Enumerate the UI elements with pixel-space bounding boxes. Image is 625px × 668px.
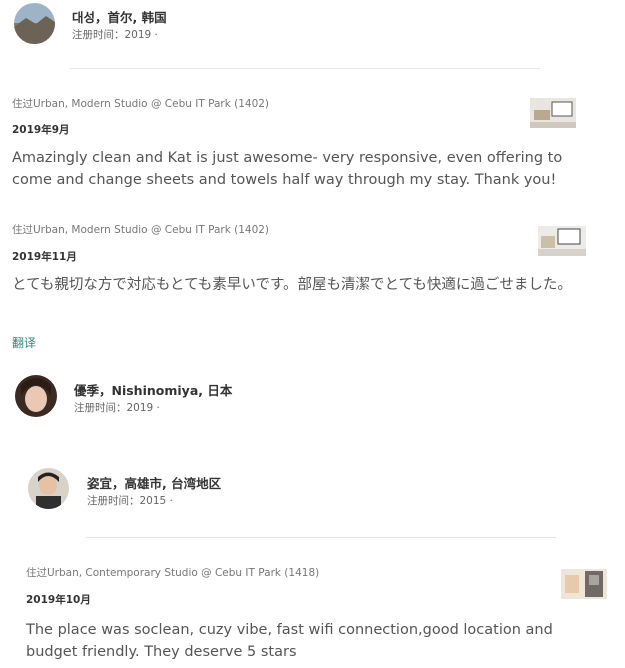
reviewer-name[interactable]: 姿宜，高雄市, 台湾地区 (87, 473, 221, 492)
review-date: 2019年9月 (12, 124, 70, 136)
joined-date: 注册时间：2019 · (74, 402, 160, 414)
divider (70, 68, 540, 69)
listing-stayed-label[interactable]: 住过Urban, Modern Studio @ Cebu IT Park (1… (12, 96, 269, 111)
joined-date: 注册时间：2015 · (87, 495, 173, 507)
translate-link[interactable]: 翻译 (12, 334, 36, 351)
review-date: 2019年10月 (26, 594, 91, 606)
review-text: Amazingly clean and Kat is just awesome-… (12, 150, 563, 188)
joined-date: 注册时间：2019 · (72, 29, 158, 41)
divider (86, 537, 556, 538)
listing-stayed-label[interactable]: 住过Urban, Contemporary Studio @ Cebu IT P… (26, 565, 319, 580)
reviewer-avatar[interactable] (28, 468, 69, 509)
reviewer-name[interactable]: 優季，Nishinomiya, 日本 (74, 380, 232, 399)
reviewer-name[interactable]: 대성，首尔, 韩国 (72, 7, 167, 26)
reviewer-avatar[interactable] (15, 375, 57, 417)
review-text: とても親切な方で対応もとても素早いです。部屋も清潔でとても快適に過ごせました。 (12, 277, 572, 293)
listing-thumbnail[interactable] (530, 98, 576, 128)
review-text: The place was soclean, cuzy vibe, fast w… (26, 622, 553, 660)
reviewer-avatar[interactable] (14, 3, 55, 44)
review-date: 2019年11月 (12, 251, 77, 263)
listing-thumbnail[interactable] (561, 569, 607, 599)
listing-thumbnail[interactable] (538, 226, 586, 256)
listing-stayed-label[interactable]: 住过Urban, Modern Studio @ Cebu IT Park (1… (12, 222, 269, 237)
